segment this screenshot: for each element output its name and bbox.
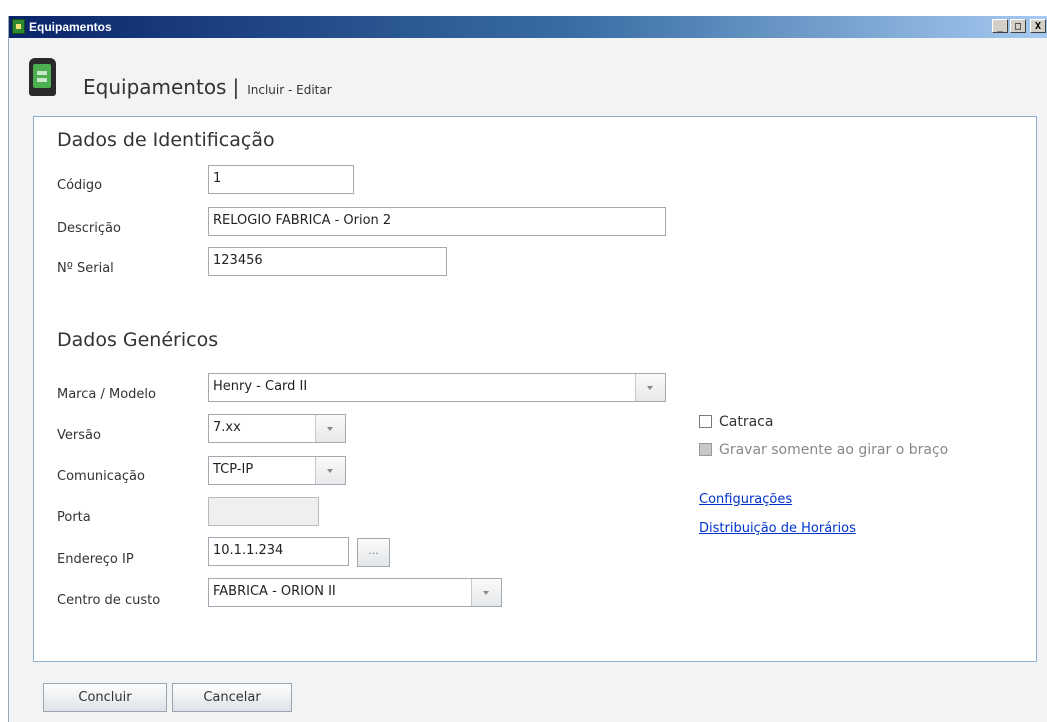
chevron-down-icon[interactable] bbox=[471, 579, 501, 606]
descricao-input[interactable]: RELOGIO FABRICA - Orion 2 bbox=[208, 207, 666, 236]
chevron-down-icon[interactable] bbox=[315, 415, 345, 442]
marca-modelo-label: Marca / Modelo bbox=[57, 387, 156, 402]
title-separator: | bbox=[232, 75, 240, 99]
window-title: Equipamentos bbox=[29, 20, 112, 34]
gravar-label: Gravar somente ao girar o braço bbox=[719, 442, 949, 458]
marca-modelo-value: Henry - Card II bbox=[213, 379, 308, 394]
centro-custo-select[interactable]: FABRICA - ORION II bbox=[208, 578, 502, 607]
marca-modelo-select[interactable]: Henry - Card II bbox=[208, 373, 666, 402]
close-button[interactable]: X bbox=[1030, 19, 1046, 33]
chevron-down-icon[interactable] bbox=[635, 374, 665, 401]
catraca-checkbox[interactable] bbox=[699, 415, 712, 428]
serial-input[interactable]: 123456 bbox=[208, 247, 447, 276]
catraca-label: Catraca bbox=[719, 414, 774, 430]
gravar-checkbox bbox=[699, 443, 712, 456]
comunicacao-value: TCP-IP bbox=[213, 462, 254, 477]
equipamentos-window: Equipamentos _ □ X Equipamentos | Incluir … bbox=[8, 16, 1047, 722]
serial-label: Nº Serial bbox=[57, 261, 114, 276]
endereco-ip-label: Endereço IP bbox=[57, 552, 134, 567]
cancelar-button[interactable]: Cancelar bbox=[172, 683, 292, 712]
comunicacao-select[interactable]: TCP-IP bbox=[208, 456, 346, 485]
centro-custo-value: FABRICA - ORION II bbox=[213, 584, 336, 599]
descricao-label: Descrição bbox=[57, 221, 121, 236]
chevron-down-icon[interactable] bbox=[315, 457, 345, 484]
page-title-text: Equipamentos bbox=[83, 75, 227, 99]
page-subtitle: Incluir - Editar bbox=[247, 83, 332, 97]
endereco-ip-input[interactable]: 10.1.1.234 bbox=[208, 537, 349, 566]
window-controls: _ □ X bbox=[992, 19, 1046, 33]
porta-label: Porta bbox=[57, 510, 91, 525]
concluir-button[interactable]: Concluir bbox=[43, 683, 167, 712]
page-title: Equipamentos | Incluir - Editar bbox=[83, 75, 332, 99]
centro-custo-label: Centro de custo bbox=[57, 593, 161, 608]
codigo-label: Código bbox=[57, 178, 103, 193]
time-clock-device-icon bbox=[29, 58, 56, 96]
versao-label: Versão bbox=[57, 428, 101, 443]
distribuicao-horarios-link[interactable]: Distribuição de Horários bbox=[699, 521, 856, 536]
versao-value: 7.xx bbox=[213, 420, 241, 435]
section-title-genericos: Dados Genéricos bbox=[57, 329, 219, 351]
title-bar[interactable]: Equipamentos _ □ X bbox=[9, 16, 1047, 38]
versao-select[interactable]: 7.xx bbox=[208, 414, 346, 443]
maximize-button[interactable]: □ bbox=[1010, 19, 1026, 33]
endereco-ip-lookup-button[interactable]: ... bbox=[357, 538, 390, 567]
form-panel: Dados de Identificação Código 1 Descriçã… bbox=[33, 116, 1037, 662]
minimize-button[interactable]: _ bbox=[992, 19, 1008, 33]
porta-input bbox=[208, 497, 319, 526]
configuracoes-link[interactable]: Configurações bbox=[699, 492, 792, 507]
codigo-input[interactable]: 1 bbox=[208, 165, 354, 194]
section-title-identificacao: Dados de Identificação bbox=[57, 129, 275, 151]
equipment-icon bbox=[12, 19, 25, 34]
comunicacao-label: Comunicação bbox=[57, 469, 145, 484]
